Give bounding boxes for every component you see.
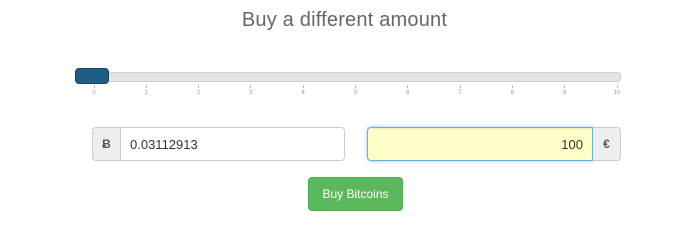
slider-tick: 5	[346, 85, 366, 96]
slider-track[interactable]	[78, 72, 621, 82]
slider-tick: 7	[450, 85, 470, 96]
buy-amount-panel: Buy a different amount 0 1 2 3 4 5 6 7 8…	[0, 0, 689, 225]
euro-icon: €	[593, 127, 621, 161]
slider-tick: 6	[398, 85, 418, 96]
amount-slider[interactable]: 0 1 2 3 4 5 6 7 8 9 10	[75, 68, 621, 98]
slider-tick: 8	[502, 85, 522, 96]
eur-amount-group: €	[367, 127, 621, 161]
slider-tick: 9	[555, 85, 575, 96]
slider-tick: 3	[241, 85, 261, 96]
slider-tick: 1	[136, 85, 156, 96]
btc-amount-input[interactable]	[120, 127, 345, 161]
page-title: Buy a different amount	[241, 9, 448, 31]
slider-tick: 4	[293, 85, 313, 96]
slider-tick: 10	[607, 85, 627, 96]
buy-bitcoins-button[interactable]: Buy Bitcoins	[308, 177, 403, 211]
btc-amount-group: Ƀ	[92, 127, 345, 161]
slider-handle[interactable]	[75, 68, 109, 84]
slider-tick: 2	[189, 85, 209, 96]
bitcoin-icon: Ƀ	[92, 127, 120, 161]
slider-tick: 0	[84, 85, 104, 96]
eur-amount-input[interactable]	[367, 127, 593, 161]
